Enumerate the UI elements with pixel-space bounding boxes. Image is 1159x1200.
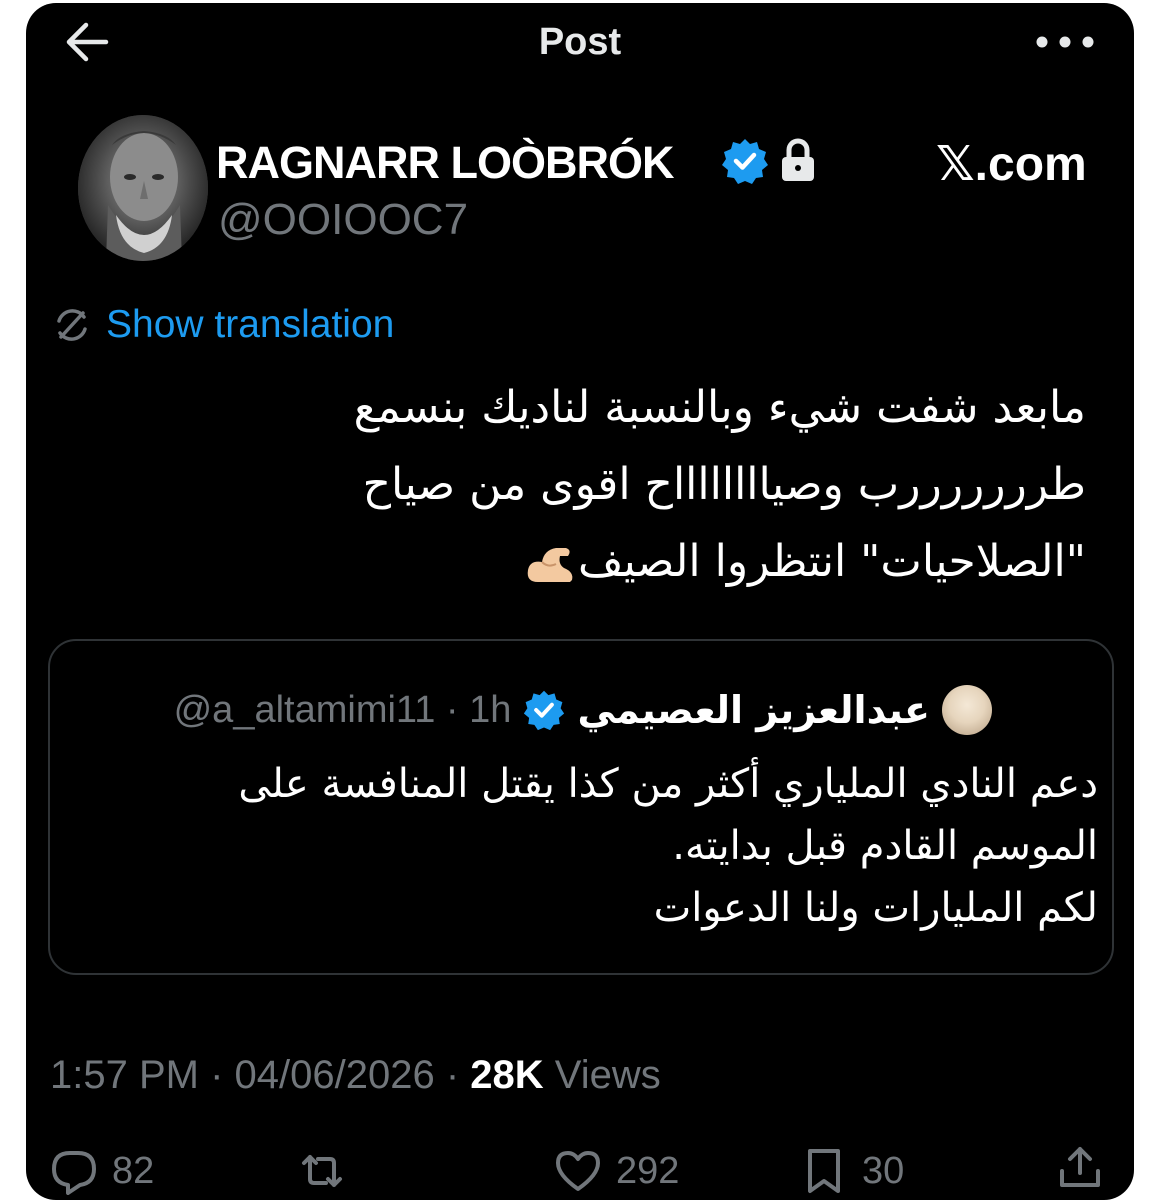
reply-count: 82 bbox=[112, 1149, 155, 1192]
author-handle[interactable]: @OOIOOC7 bbox=[218, 195, 468, 245]
verified-badge-icon bbox=[524, 690, 565, 731]
quote-author-handle[interactable]: @a_altamimi11 bbox=[174, 689, 436, 731]
show-translation-link[interactable]: Show translation bbox=[106, 303, 394, 347]
more-options-button[interactable] bbox=[1030, 25, 1100, 59]
flexed-biceps-icon bbox=[527, 548, 573, 582]
quote-line: الموسم القادم قبل بدايته. bbox=[672, 823, 1098, 869]
views-label: Views bbox=[554, 1053, 661, 1097]
quote-time: 1h bbox=[469, 688, 512, 731]
quote-text: دعم النادي الملياري أكثر من كذا يقتل الم… bbox=[80, 753, 1098, 939]
bookmark-count: 30 bbox=[862, 1149, 905, 1192]
quote-meta: @a_altamimi11 · 1h bbox=[173, 688, 512, 731]
lock-icon bbox=[782, 138, 814, 181]
author-name[interactable]: RAGNARR LOÒBRÓK bbox=[216, 137, 674, 189]
quote-line: دعم النادي الملياري أكثر من كذا يقتل الم… bbox=[238, 761, 1098, 807]
author-avatar[interactable] bbox=[78, 115, 208, 261]
bookmark-button[interactable]: 30 bbox=[800, 1147, 904, 1195]
post-timestamp: 1:57 PM · 04/06/2026 · 28K Views bbox=[50, 1053, 661, 1097]
post-screen: Post RAGNARR LOÒBRÓK @OOIOOC7 𝕏.com Show… bbox=[26, 3, 1134, 1200]
translate-icon bbox=[57, 309, 87, 341]
share-button[interactable] bbox=[1056, 1143, 1104, 1191]
like-count: 292 bbox=[616, 1149, 680, 1192]
views-count: 28K bbox=[470, 1053, 544, 1097]
tweet-text: مابعد شفت شيء وبالنسبة لناديك بنسمع طررر… bbox=[86, 369, 1086, 600]
share-icon bbox=[1060, 1147, 1100, 1187]
reply-button[interactable]: 82 bbox=[50, 1147, 154, 1195]
more-horizontal-icon bbox=[1036, 36, 1094, 48]
quote-avatar[interactable] bbox=[942, 685, 992, 735]
quote-header: عبدالعزيز العصيمي @a_altamimi11 · 1h bbox=[174, 685, 992, 735]
post-time[interactable]: 1:57 PM bbox=[50, 1053, 199, 1097]
bookmark-icon bbox=[808, 1149, 840, 1193]
tweet-line-text: "الصلاحيات" انتظروا الصيف bbox=[578, 536, 1086, 587]
x-com-watermark: 𝕏.com bbox=[936, 138, 1087, 191]
quote-author-name[interactable]: عبدالعزيز العصيمي bbox=[577, 688, 930, 732]
repost-icon bbox=[302, 1155, 342, 1187]
post-date[interactable]: 04/06/2026 bbox=[235, 1053, 435, 1097]
avatar-portrait bbox=[78, 115, 208, 261]
quote-line: لكم المليارات ولنا الدعوات bbox=[653, 885, 1098, 931]
verified-badge-icon bbox=[722, 139, 768, 184]
like-button[interactable]: 292 bbox=[554, 1147, 679, 1195]
heart-icon bbox=[556, 1151, 600, 1191]
show-translation-row[interactable]: Show translation bbox=[52, 303, 394, 347]
tweet-line-last: "الصلاحيات" انتظروا الصيف bbox=[86, 523, 1086, 600]
reply-icon bbox=[52, 1151, 96, 1195]
repost-button[interactable] bbox=[298, 1147, 346, 1195]
tweet-line: طرررررررب وصيااااااااح اقوى من صياح bbox=[362, 459, 1086, 510]
tweet-line: مابعد شفت شيء وبالنسبة لناديك بنسمع bbox=[353, 382, 1086, 433]
quoted-tweet-card[interactable]: عبدالعزيز العصيمي @a_altamimi11 · 1h دعم… bbox=[48, 639, 1114, 975]
action-bar: 82 292 30 bbox=[26, 1141, 1134, 1200]
page-title: Post bbox=[538, 21, 622, 63]
